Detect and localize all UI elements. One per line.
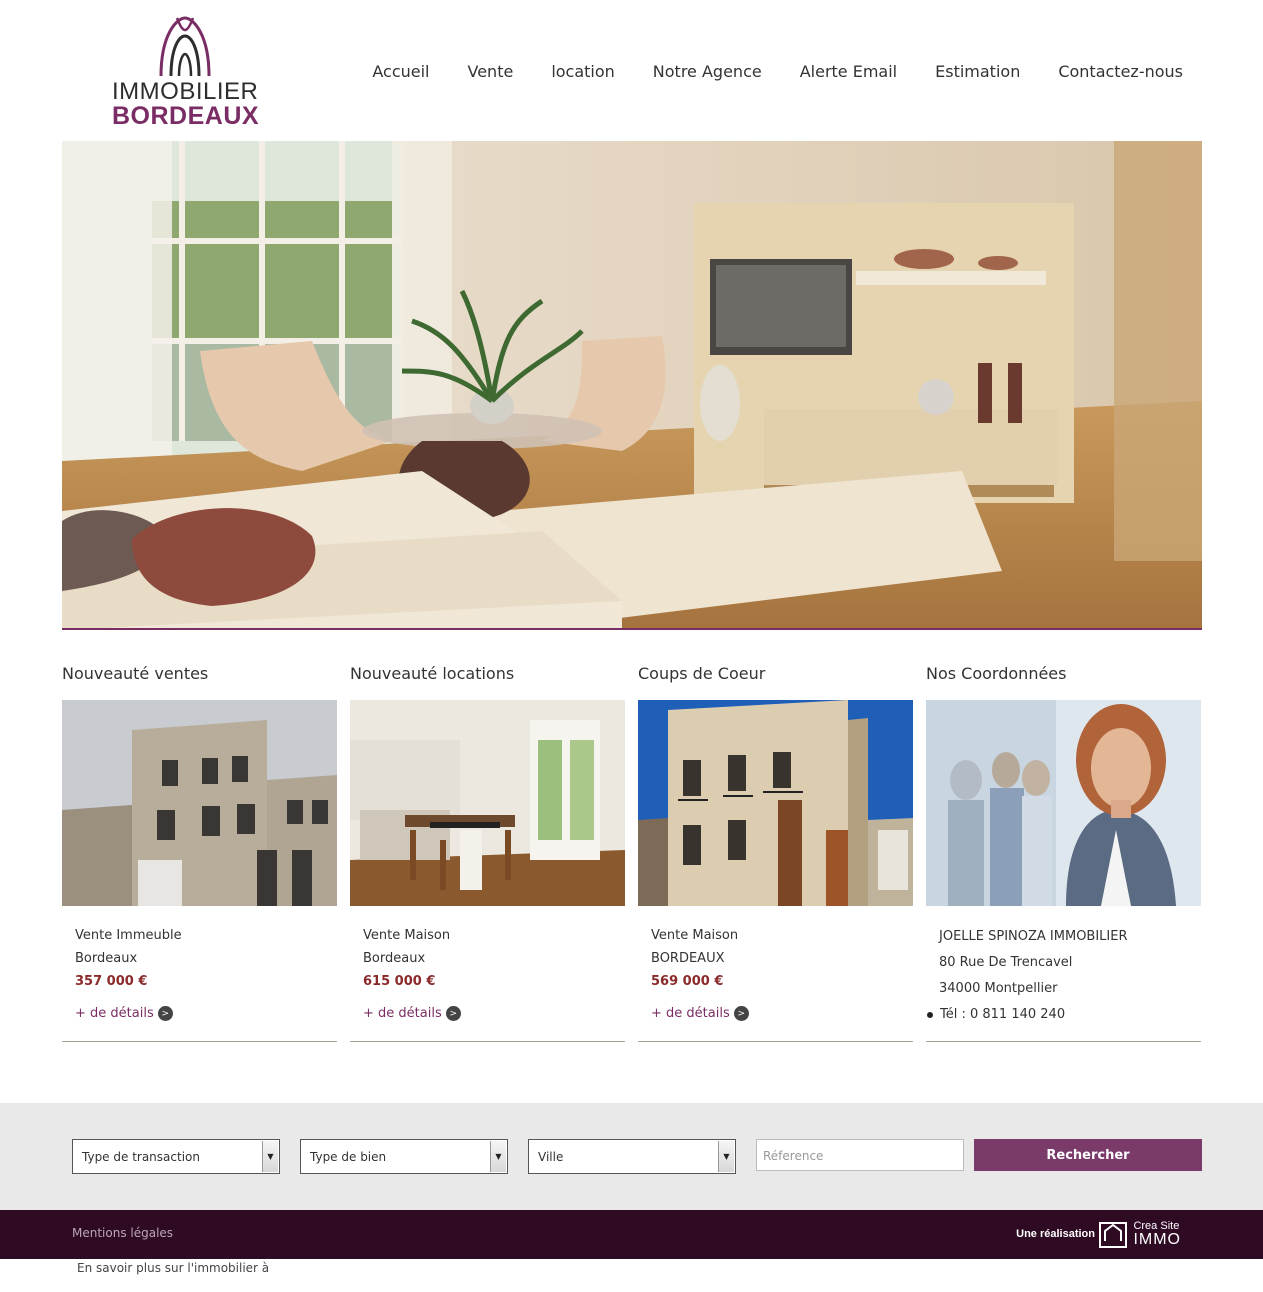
seo-link[interactable]: En savoir plus sur l'immobilier à	[77, 1261, 269, 1275]
property-photo[interactable]	[62, 700, 337, 906]
crea-brand-line1: Crea Site	[1133, 1219, 1180, 1232]
nav-accueil[interactable]: Accueil	[372, 62, 429, 81]
site-logo[interactable]: IMMOBILIER BORDEAUX	[112, 14, 260, 130]
details-link[interactable]: + de détails >	[363, 1006, 612, 1021]
details-label: + de détails	[75, 1006, 154, 1021]
crea-brand-line2: IMMO	[1133, 1230, 1181, 1248]
house-logo-icon	[1099, 1222, 1128, 1248]
property-price: 357 000 €	[75, 974, 148, 989]
section-title: Coups de Coeur	[638, 664, 766, 683]
chevron-down-icon: ▼	[262, 1141, 278, 1172]
nav-vente[interactable]: Vente	[468, 62, 514, 81]
chevron-down-icon: ▼	[718, 1141, 734, 1172]
section-rentals: Nouveauté locations Vente Maison Bordeau…	[350, 664, 625, 1042]
city-select[interactable]: Ville ▼	[528, 1139, 736, 1174]
chevron-down-icon: ▼	[490, 1141, 506, 1172]
nav-location[interactable]: location	[551, 62, 614, 81]
property-photo[interactable]	[350, 700, 625, 906]
contact-card: JOELLE SPINOZA IMMOBILIER 80 Rue De Tren…	[926, 906, 1201, 1042]
arch-logo-icon	[159, 16, 211, 77]
nav-notre-agence[interactable]: Notre Agence	[653, 62, 762, 81]
property-type-select[interactable]: Type de bien ▼	[300, 1139, 508, 1174]
agency-phone[interactable]: Tél : 0 811 140 240	[927, 1002, 1188, 1028]
property-city: BORDEAUX	[651, 951, 725, 966]
nav-alerte-email[interactable]: Alerte Email	[800, 62, 897, 81]
arrow-right-icon: >	[445, 1006, 461, 1021]
property-city: Bordeaux	[75, 951, 138, 966]
property-type: Vente Maison	[363, 928, 451, 943]
property-price: 569 000 €	[651, 974, 724, 989]
transaction-type-select[interactable]: Type de transaction ▼	[72, 1139, 280, 1174]
crea-site-immo-logo[interactable]: Crea Site IMMO	[1099, 1219, 1181, 1249]
phone-text: Tél : 0 811 140 240	[940, 1007, 1066, 1022]
property-card: Vente Maison Bordeaux 615 000 € + de dét…	[350, 906, 625, 1042]
nav-estimation[interactable]: Estimation	[935, 62, 1020, 81]
property-type-value: Type de bien	[310, 1150, 387, 1164]
section-title: Nouveauté locations	[350, 664, 515, 683]
property-photo[interactable]	[638, 700, 913, 906]
section-favorites: Coups de Coeur Vente Maison BORDEAUX 569…	[638, 664, 913, 1042]
arrow-right-icon: >	[157, 1006, 173, 1021]
property-type: Vente Immeuble	[75, 928, 182, 943]
transaction-type-value: Type de transaction	[82, 1150, 200, 1164]
property-city: Bordeaux	[363, 951, 426, 966]
section-title: Nouveauté ventes	[62, 664, 209, 683]
agency-name: JOELLE SPINOZA IMMOBILIER	[939, 929, 1128, 944]
hero-banner-image	[62, 141, 1202, 630]
search-button[interactable]: Rechercher	[974, 1139, 1202, 1171]
arrow-right-icon: >	[733, 1006, 749, 1021]
city-value: Ville	[538, 1150, 564, 1164]
property-search-bar: Type de transaction ▼ Type de bien ▼ Vil…	[0, 1103, 1263, 1210]
property-card: Vente Immeuble Bordeaux 357 000 € + de d…	[62, 906, 337, 1042]
details-link[interactable]: + de détails >	[651, 1006, 900, 1021]
logo-text-line2: BORDEAUX	[112, 102, 260, 130]
main-nav: Accueil Vente location Notre Agence Aler…	[334, 62, 1183, 81]
bullet-icon	[927, 1012, 933, 1018]
agency-city: 34000 Montpellier	[939, 981, 1058, 996]
credit-label: Une réalisation	[1016, 1228, 1095, 1240]
section-sales: Nouveauté ventes Vente Immeuble Bordeaux…	[62, 664, 337, 1042]
section-title: Nos Coordonnées	[926, 664, 1067, 683]
details-label: + de détails	[651, 1006, 730, 1021]
footer: Mentions légales Une réalisation Crea Si…	[0, 1210, 1263, 1259]
reference-input[interactable]: Réference	[756, 1139, 964, 1171]
agency-street: 80 Rue De Trencavel	[939, 955, 1073, 970]
property-card: Vente Maison BORDEAUX 569 000 € + de dét…	[638, 906, 913, 1042]
details-label: + de détails	[363, 1006, 442, 1021]
property-price: 615 000 €	[363, 974, 436, 989]
agent-photo	[926, 700, 1201, 906]
property-type: Vente Maison	[651, 928, 739, 943]
nav-contact[interactable]: Contactez-nous	[1058, 62, 1183, 81]
details-link[interactable]: + de détails >	[75, 1006, 324, 1021]
section-contact: Nos Coordonnées JOELLE SPINOZA IMMOBILIE…	[926, 664, 1201, 1042]
logo-text-line1: IMMOBILIER	[112, 78, 259, 105]
legal-notice-link[interactable]: Mentions légales	[72, 1226, 173, 1240]
